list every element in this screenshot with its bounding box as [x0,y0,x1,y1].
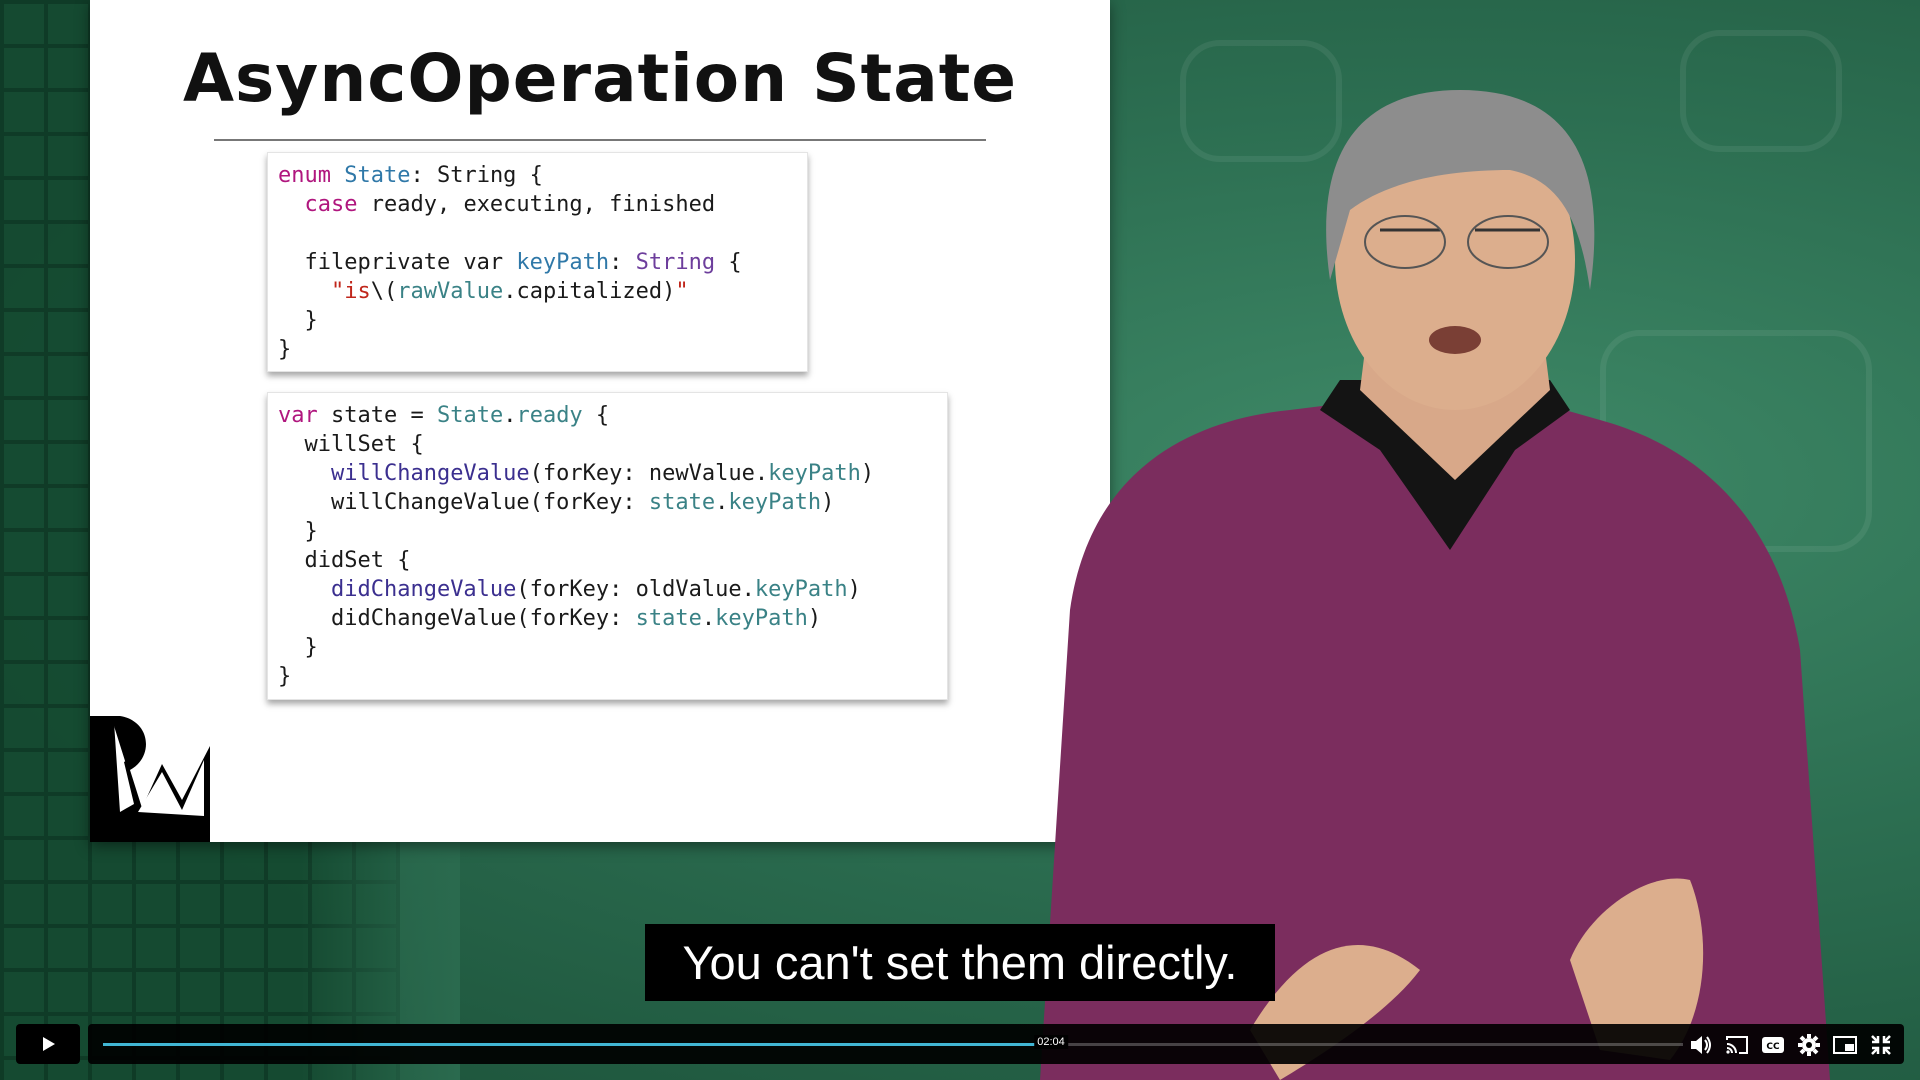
picture-in-picture-button[interactable] [1832,1032,1858,1058]
code-token: (forKey: oldValue. [516,577,755,602]
code-token: enum [278,163,345,188]
code-token: (forKey: newValue. [529,461,769,486]
code-token: ) [807,606,822,631]
code-line: fileprivate var keyPath: String { [278,248,797,277]
code-token: var [278,403,318,428]
code-token: . [503,403,517,428]
subtitle-caption: You can't set them directly. [645,924,1275,1001]
exit-fullscreen-icon [1871,1035,1891,1055]
code-line: willChangeValue(forKey: state.keyPath) [278,488,937,517]
svg-text:CC: CC [1766,1042,1780,1052]
code-line: didChangeValue(forKey: state.keyPath) [278,604,937,633]
code-token: { [715,250,742,275]
code-token: keyPath [516,250,610,275]
code-token: state [635,606,702,631]
code-token: : [609,250,636,275]
code-token: keyPath [715,606,808,631]
state-code-block: var state = State.ready { willSet { will… [267,392,948,700]
code-line: willSet { [278,430,937,459]
code-token: { [582,403,610,428]
cast-icon [1726,1036,1748,1054]
code-line: enum State: String { [278,161,797,190]
code-token: State [344,163,411,188]
code-token: keyPath [728,490,822,515]
control-bar: 02:04 CC [88,1024,1904,1064]
exit-fullscreen-button[interactable] [1868,1032,1894,1058]
code-token: case [304,192,358,217]
code-token: \( [370,279,398,304]
code-token: " [675,279,689,304]
code-line: var state = State.ready { [278,401,937,430]
code-token: } [278,519,318,544]
settings-button[interactable] [1796,1032,1822,1058]
enum-code-block: enum State: String { case ready, executi… [267,152,808,372]
play-icon [43,1037,55,1051]
code-token: didChangeValue(forKey: [278,606,636,631]
code-line: willChangeValue(forKey: newValue.keyPath… [278,459,937,488]
code-token: willChangeValue [330,461,530,486]
code-token: state [648,490,716,515]
code-token: ) [860,461,875,486]
code-token: fileprivate var [278,250,517,275]
captions-button[interactable]: CC [1760,1032,1786,1058]
code-line: } [278,335,797,364]
code-token: } [278,664,292,689]
progress-track[interactable]: 02:04 [103,1035,1683,1049]
code-line: } [278,517,937,546]
video-player-controls: 02:04 CC [0,1016,1920,1080]
code-token: . [701,606,716,631]
volume-icon [1691,1036,1711,1054]
code-token: State [436,403,504,428]
code-token: } [278,635,318,660]
volume-button[interactable] [1688,1032,1714,1058]
raywenderlich-logo [90,716,210,842]
code-line: didSet { [278,546,937,575]
code-token: didChangeValue [330,577,517,602]
current-time-label: 02:04 [1034,1035,1068,1049]
title-divider [214,139,986,141]
code-token: ) [821,490,835,515]
code-line: didChangeValue(forKey: oldValue.keyPath) [278,575,937,604]
pip-icon [1833,1036,1857,1054]
code-token: keyPath [768,461,861,486]
play-button[interactable] [16,1024,80,1064]
code-token: String [635,250,716,275]
code-token: : String { [410,163,543,188]
code-token: . [715,490,729,515]
code-token: ready, executing, finished [357,192,716,217]
code-token: keyPath [754,577,848,602]
code-line: "is\(rawValue.capitalized)" [278,277,797,306]
code-token: ready [516,403,583,428]
code-token: ) [847,577,861,602]
code-line: } [278,306,797,335]
code-token: } [278,337,292,362]
cc-icon: CC [1762,1037,1784,1053]
code-token: willSet { [278,432,424,457]
code-line: case ready, executing, finished [278,190,797,219]
code-token: "is [330,279,371,304]
settings-icon [1798,1034,1820,1056]
progress-fill [103,1043,1051,1046]
code-token: rawValue [397,279,504,304]
code-line: } [278,662,937,691]
cast-button[interactable] [1724,1032,1750,1058]
code-token: .capitalized) [503,279,676,304]
code-line: } [278,633,937,662]
code-token: didSet { [278,548,411,573]
code-token: willChangeValue(forKey: [278,490,649,515]
code-token: state = [317,403,437,428]
code-token: } [278,308,318,333]
